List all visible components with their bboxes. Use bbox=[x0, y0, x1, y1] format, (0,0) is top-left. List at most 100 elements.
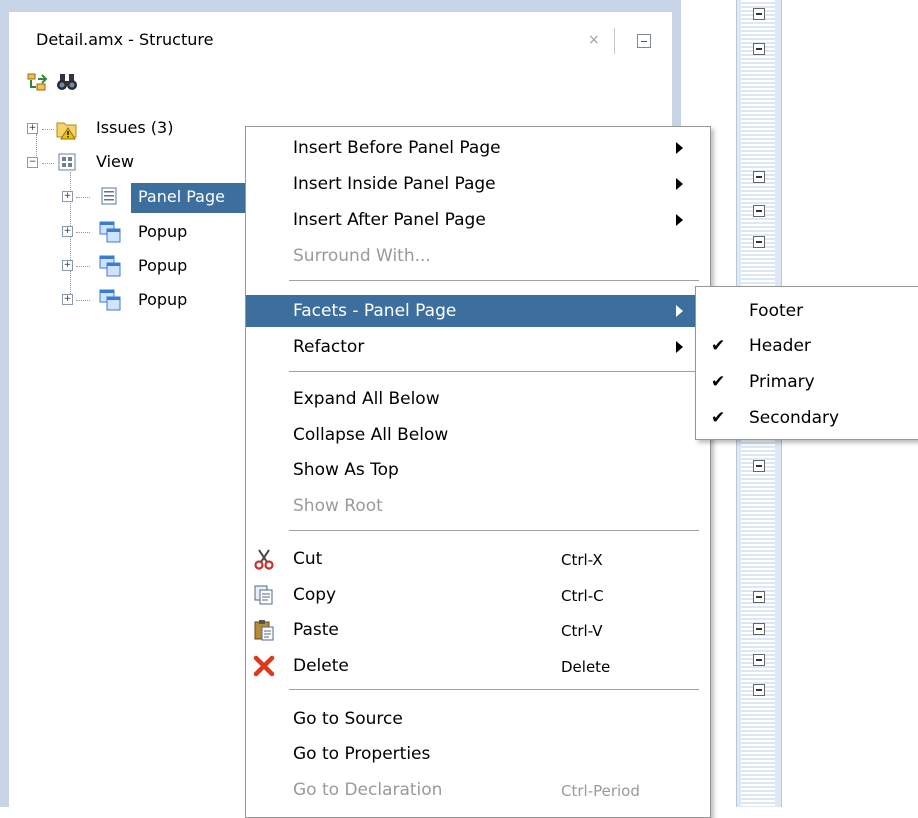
tree-node-label: Issues (3) bbox=[96, 118, 174, 137]
submenu-item-secondary[interactable]: ✔ Secondary bbox=[696, 401, 918, 435]
submenu-item-primary[interactable]: ✔ Primary bbox=[696, 365, 918, 399]
expand-icon[interactable]: + bbox=[62, 260, 73, 271]
tree-node-label: View bbox=[96, 152, 134, 171]
code-fold-icon[interactable] bbox=[753, 205, 765, 217]
menu-item-delete[interactable]: Delete Delete bbox=[246, 650, 710, 682]
menu-item-label: Paste bbox=[293, 620, 339, 640]
menu-separator bbox=[289, 280, 699, 281]
expand-icon[interactable]: + bbox=[62, 191, 73, 202]
menu-item-label: Go to Properties bbox=[293, 744, 431, 764]
paste-icon bbox=[254, 620, 274, 641]
menu-item-label: Facets - Panel Page bbox=[293, 301, 457, 321]
submenu-arrow-icon bbox=[676, 305, 683, 317]
menu-item-insert-before[interactable]: Insert Before Panel Page bbox=[246, 132, 710, 164]
synchronize-icon[interactable] bbox=[26, 71, 48, 93]
menu-separator bbox=[289, 530, 699, 531]
menu-item-label: Delete bbox=[293, 656, 349, 676]
popup-icon bbox=[99, 221, 121, 243]
code-fold-icon[interactable] bbox=[753, 654, 765, 666]
menu-item-go-to-source[interactable]: Go to Source bbox=[246, 703, 710, 735]
menu-item-go-to-properties[interactable]: Go to Properties bbox=[246, 738, 710, 770]
code-fold-icon[interactable] bbox=[753, 171, 765, 183]
menu-item-label: Copy bbox=[293, 585, 337, 605]
submenu-arrow-icon bbox=[676, 178, 683, 190]
view-grid-icon bbox=[58, 153, 76, 171]
folder-warning-icon bbox=[56, 122, 77, 140]
menu-separator bbox=[289, 371, 699, 372]
submenu-arrow-icon bbox=[676, 214, 683, 226]
tree-node-label: Popup bbox=[138, 290, 188, 309]
menu-item-collapse-all-below[interactable]: Collapse All Below bbox=[246, 419, 710, 451]
menu-item-label: Refactor bbox=[293, 337, 365, 357]
code-fold-icon[interactable] bbox=[753, 684, 765, 696]
code-fold-icon[interactable] bbox=[753, 591, 765, 603]
submenu-item-footer[interactable]: Footer bbox=[696, 294, 918, 328]
submenu-item-label: Footer bbox=[749, 301, 804, 321]
popup-icon bbox=[99, 289, 121, 311]
tree-node-label: Popup bbox=[138, 222, 188, 241]
tree-connector bbox=[76, 232, 90, 233]
panel-border-top bbox=[9, 0, 681, 12]
menu-item-shortcut: Ctrl-V bbox=[561, 622, 603, 640]
menu-item-insert-after[interactable]: Insert After Panel Page bbox=[246, 204, 710, 236]
menu-item-label: Insert Before Panel Page bbox=[293, 138, 501, 158]
menu-item-facets[interactable]: Facets - Panel Page bbox=[246, 295, 710, 327]
menu-item-label: Show Root bbox=[293, 496, 383, 516]
menu-item-cut[interactable]: Cut Ctrl-X bbox=[246, 543, 710, 575]
expand-icon[interactable]: + bbox=[27, 123, 38, 134]
menu-item-show-root: Show Root bbox=[246, 490, 710, 522]
title-separator bbox=[614, 28, 615, 54]
collapse-icon[interactable]: − bbox=[27, 157, 38, 168]
code-fold-icon[interactable] bbox=[753, 236, 765, 248]
submenu-item-label: Header bbox=[749, 336, 811, 356]
tree-node-label: Panel Page bbox=[138, 187, 225, 206]
menu-item-paste[interactable]: Paste Ctrl-V bbox=[246, 614, 710, 646]
copy-icon bbox=[254, 585, 273, 605]
menu-item-go-to-declaration: Go to Declaration Ctrl-Period bbox=[246, 774, 710, 806]
menu-item-refactor[interactable]: Refactor bbox=[246, 331, 710, 363]
tree-connector bbox=[76, 266, 90, 267]
tree-connector bbox=[76, 300, 90, 301]
menu-item-label: Show As Top bbox=[293, 460, 399, 480]
tree-node-label: Popup bbox=[138, 256, 188, 275]
delete-x-icon bbox=[253, 655, 275, 677]
menu-separator bbox=[289, 689, 699, 690]
submenu-item-header[interactable]: ✔ Header bbox=[696, 329, 918, 363]
code-fold-icon[interactable] bbox=[753, 8, 765, 20]
scissors-icon bbox=[254, 549, 274, 570]
context-menu: Insert Before Panel Page Insert Inside P… bbox=[245, 126, 711, 818]
menu-item-shortcut: Delete bbox=[561, 658, 611, 676]
close-icon[interactable]: × bbox=[588, 32, 600, 48]
binoculars-find-icon[interactable] bbox=[56, 71, 78, 93]
facets-submenu: Footer ✔ Header ✔ Primary ✔ Secondary bbox=[695, 286, 918, 440]
panel-border-left bbox=[0, 0, 9, 807]
minimize-icon[interactable] bbox=[637, 34, 651, 48]
checkmark-icon: ✔ bbox=[711, 408, 726, 428]
menu-item-show-as-top[interactable]: Show As Top bbox=[246, 454, 710, 486]
menu-item-expand-all-below[interactable]: Expand All Below bbox=[246, 383, 710, 415]
menu-item-shortcut: Ctrl-C bbox=[561, 587, 604, 605]
menu-item-label: Collapse All Below bbox=[293, 425, 449, 445]
menu-item-insert-inside[interactable]: Insert Inside Panel Page bbox=[246, 168, 710, 200]
menu-item-label: Go to Source bbox=[293, 709, 403, 729]
popup-icon bbox=[99, 255, 121, 277]
menu-item-label: Go to Declaration bbox=[293, 780, 443, 800]
menu-item-label: Insert After Panel Page bbox=[293, 210, 486, 230]
menu-item-shortcut: Ctrl-X bbox=[561, 551, 603, 569]
checkmark-icon: ✔ bbox=[711, 372, 726, 392]
menu-item-copy[interactable]: Copy Ctrl-C bbox=[246, 579, 710, 611]
code-fold-icon[interactable] bbox=[753, 623, 765, 635]
panel-page-icon bbox=[101, 187, 117, 205]
menu-item-label: Surround With... bbox=[293, 246, 431, 266]
checkmark-icon: ✔ bbox=[711, 336, 726, 356]
expand-icon[interactable]: + bbox=[62, 226, 73, 237]
menu-item-surround-with: Surround With... bbox=[246, 240, 710, 272]
code-fold-icon[interactable] bbox=[753, 460, 765, 472]
menu-item-label: Expand All Below bbox=[293, 389, 440, 409]
menu-item-label: Cut bbox=[293, 549, 323, 569]
expand-icon[interactable]: + bbox=[62, 294, 73, 305]
menu-item-label: Insert Inside Panel Page bbox=[293, 174, 496, 194]
code-fold-icon[interactable] bbox=[753, 43, 765, 55]
panel-title: Detail.amx - Structure bbox=[36, 30, 214, 49]
submenu-arrow-icon bbox=[676, 142, 683, 154]
